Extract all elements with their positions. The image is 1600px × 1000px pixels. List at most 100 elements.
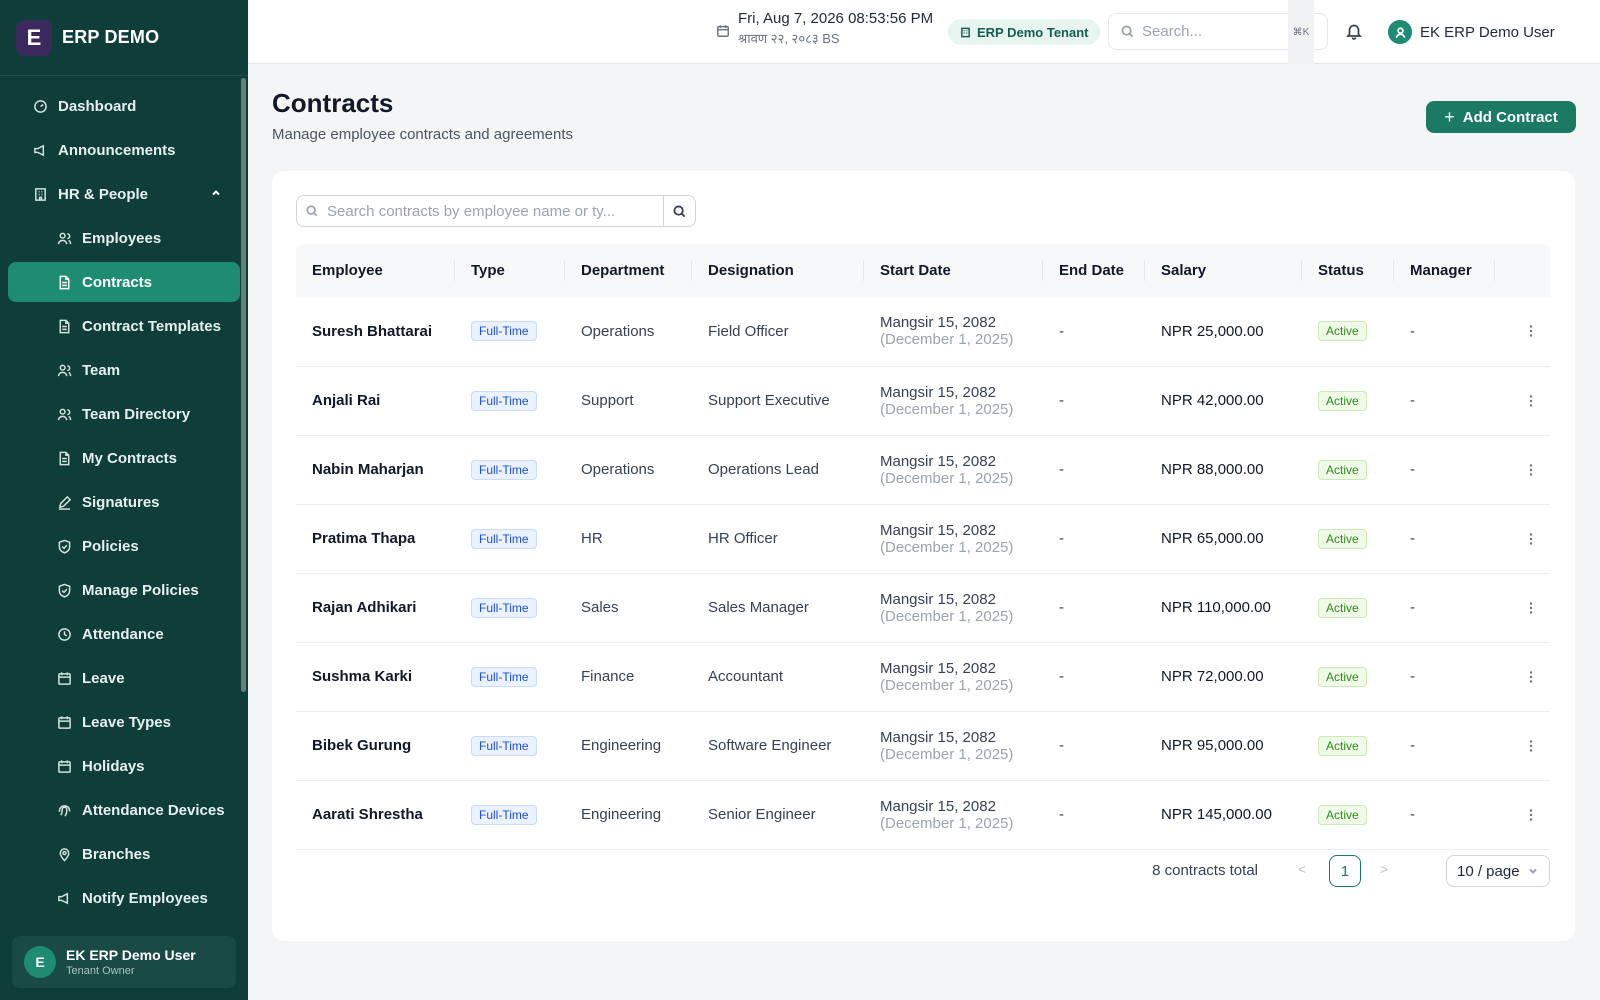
building-icon	[961, 27, 970, 37]
employee-cell: Nabin Maharjan	[296, 435, 455, 505]
sidebar-item-attendance-devices[interactable]: Attendance Devices	[8, 790, 240, 830]
global-search-input[interactable]	[1142, 23, 1282, 40]
start-date-cell: Mangsir 15, 2082 (December 1, 2025)	[864, 504, 1043, 574]
status-badge: Active	[1318, 597, 1367, 618]
contract-type-badge: Full-Time	[471, 390, 537, 411]
more-vertical-icon[interactable]	[1511, 808, 1550, 822]
sidebar-item-policies[interactable]: Policies	[8, 526, 240, 566]
actions-cell	[1495, 573, 1550, 643]
column-header[interactable]: Employee	[296, 244, 455, 297]
clock-icon	[56, 626, 72, 642]
designation-cell: HR Officer	[692, 504, 864, 574]
add-contract-button[interactable]: + Add Contract	[1426, 101, 1576, 133]
chevron-left-icon[interactable]: <	[1298, 861, 1306, 877]
column-header[interactable]: Status	[1302, 244, 1394, 297]
column-header[interactable]: Manager	[1394, 244, 1495, 297]
column-header[interactable]: Department	[565, 244, 692, 297]
sidebar-item-leave-types[interactable]: Leave Types	[8, 702, 240, 742]
table-row[interactable]: Pratima Thapa Full-Time HR HR Officer Mangsi…	[296, 504, 1550, 574]
department-cell: Operations	[565, 435, 692, 505]
table-row[interactable]: Anjali Rai Full-Time Support Support Execut…	[296, 366, 1550, 436]
start-date-bs: Mangsir 15, 2082	[880, 314, 996, 332]
more-vertical-icon[interactable]	[1511, 463, 1550, 477]
more-vertical-icon[interactable]	[1511, 394, 1550, 408]
sidebar-item-label: Signatures	[82, 493, 160, 511]
more-vertical-icon[interactable]	[1511, 739, 1550, 753]
table-row[interactable]: Rajan Adhikari Full-Time Sales Sales Manage…	[296, 573, 1550, 643]
more-vertical-icon[interactable]	[1511, 532, 1550, 546]
sidebar-item-employees[interactable]: Employees	[8, 218, 240, 258]
page-number[interactable]: 1	[1329, 855, 1361, 887]
sidebar-scrollbar[interactable]	[241, 78, 246, 692]
type-cell: Full-Time	[455, 711, 565, 781]
calendar-icon	[56, 758, 72, 774]
sidebar-item-contracts[interactable]: Contracts	[8, 262, 240, 302]
status-cell: Active	[1302, 504, 1394, 574]
user-menu[interactable]: EK ERP Demo User	[1388, 20, 1555, 44]
sidebar-item-dashboard[interactable]: Dashboard	[8, 86, 240, 126]
sidebar-item-attendance[interactable]: Attendance	[8, 614, 240, 654]
table-row[interactable]: Aarati Shrestha Full-Time Engineering Senio…	[296, 780, 1550, 850]
status-cell: Active	[1302, 711, 1394, 781]
sidebar-item-label: Dashboard	[58, 97, 137, 115]
users-icon	[56, 362, 72, 378]
table-row[interactable]: Sushma Karki Full-Time Finance Accountant Ma…	[296, 642, 1550, 712]
brand[interactable]: E ERP DEMO	[0, 0, 248, 76]
sidebar-item-leave[interactable]: Leave	[8, 658, 240, 698]
sidebar-item-contract-templates[interactable]: Contract Templates	[8, 306, 240, 346]
column-header[interactable]: Salary	[1145, 244, 1302, 297]
contract-search-input[interactable]	[327, 202, 662, 220]
sidebar-user-card[interactable]: E EK ERP Demo User Tenant Owner	[12, 936, 236, 988]
chevron-right-icon[interactable]: >	[1380, 861, 1388, 877]
designation-cell: Field Officer	[692, 297, 864, 367]
calendar-icon	[716, 10, 730, 47]
bell-icon[interactable]	[1345, 22, 1363, 45]
sidebar-item-label: Attendance Devices	[82, 801, 225, 819]
manager-cell: -	[1394, 435, 1495, 505]
table-row[interactable]: Nabin Maharjan Full-Time Operations Operati…	[296, 435, 1550, 505]
column-header[interactable]	[1495, 244, 1550, 297]
column-header[interactable]: End Date	[1043, 244, 1145, 297]
contract-type-badge: Full-Time	[471, 321, 537, 342]
sidebar-item-manage-policies[interactable]: Manage Policies	[8, 570, 240, 610]
contract-search[interactable]	[296, 195, 696, 227]
sidebar-item-holidays[interactable]: Holidays	[8, 746, 240, 786]
status-badge: Active	[1318, 804, 1367, 825]
sidebar-item-signatures[interactable]: Signatures	[8, 482, 240, 522]
search-shortcut: ⌘K	[1288, 0, 1314, 64]
status-cell: Active	[1302, 573, 1394, 643]
search-icon	[297, 205, 327, 217]
more-vertical-icon[interactable]	[1511, 670, 1550, 684]
more-vertical-icon[interactable]	[1511, 601, 1550, 615]
sidebar-item-notify-employees[interactable]: Notify Employees	[8, 878, 240, 918]
search-icon	[673, 204, 686, 217]
building-icon	[32, 186, 48, 202]
more-vertical-icon[interactable]	[1511, 324, 1550, 338]
sidebar-item-label: Branches	[82, 845, 151, 863]
search-button[interactable]	[663, 196, 695, 226]
salary-cell: NPR 88,000.00	[1145, 435, 1302, 505]
tenant-badge[interactable]: ERP Demo Tenant	[948, 19, 1101, 45]
column-header[interactable]: Start Date	[864, 244, 1043, 297]
brand-name: ERP DEMO	[62, 27, 160, 47]
sidebar-item-team[interactable]: Team	[8, 350, 240, 390]
sidebar-item-hr-and-people[interactable]: HR & People	[8, 174, 240, 214]
sidebar-item-team-directory[interactable]: Team Directory	[8, 394, 240, 434]
sidebar-item-branches[interactable]: Branches	[8, 834, 240, 874]
type-cell: Full-Time	[455, 780, 565, 850]
start-date-bs: Mangsir 15, 2082	[880, 797, 996, 815]
chevron-up-icon	[210, 186, 222, 203]
column-header[interactable]: Type	[455, 244, 565, 297]
end-date-cell: -	[1043, 366, 1145, 436]
start-date-bs: Mangsir 15, 2082	[880, 590, 996, 608]
user-icon	[1388, 20, 1412, 44]
table-row[interactable]: Suresh Bhattarai Full-Time Operations Field…	[296, 297, 1550, 367]
start-date-ad: (December 1, 2025)	[880, 400, 1014, 418]
sidebar-item-label: HR & People	[58, 185, 149, 203]
page-size-select[interactable]: 10 / page	[1446, 855, 1550, 887]
users-icon	[56, 406, 72, 422]
column-header[interactable]: Designation	[692, 244, 864, 297]
table-row[interactable]: Bibek Gurung Full-Time Engineering Software…	[296, 711, 1550, 781]
sidebar-item-my-contracts[interactable]: My Contracts	[8, 438, 240, 478]
sidebar-item-announcements[interactable]: Announcements	[8, 130, 240, 170]
